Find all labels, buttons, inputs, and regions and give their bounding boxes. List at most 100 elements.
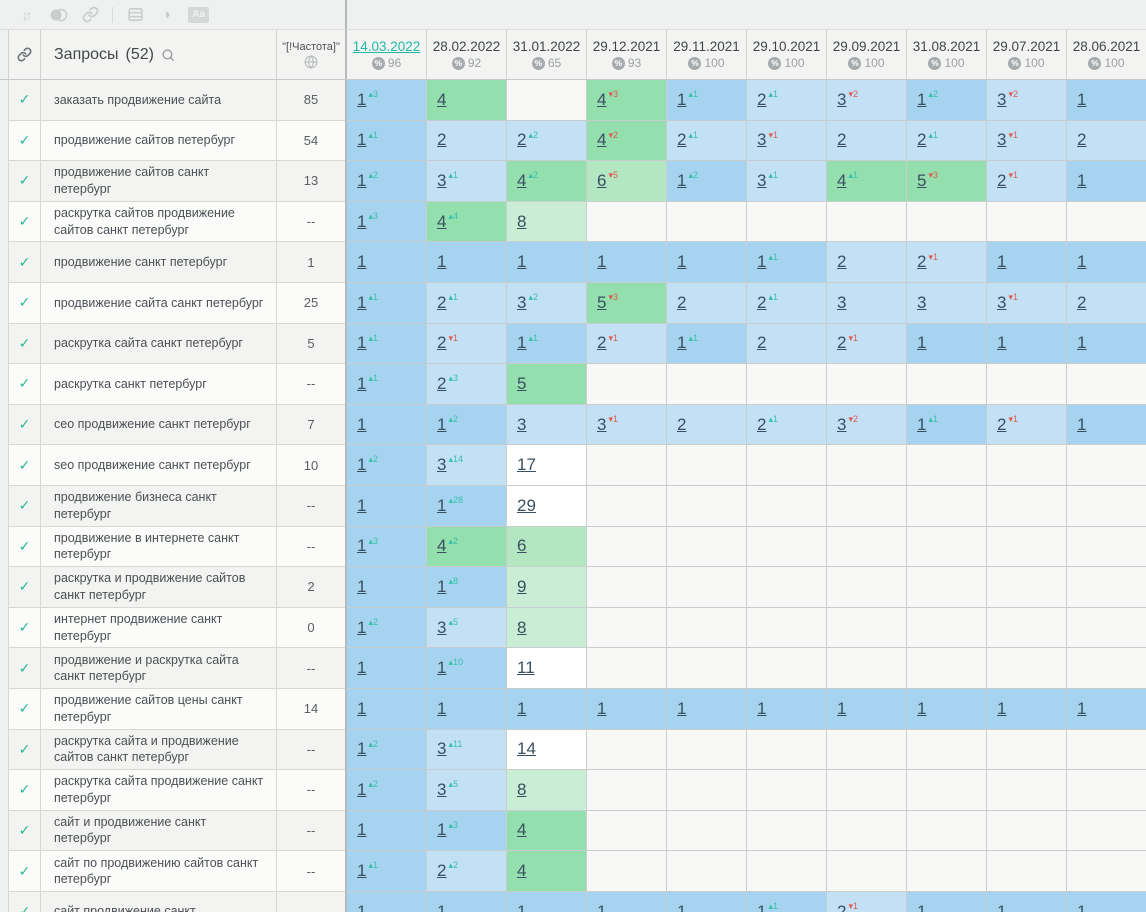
- position-cell[interactable]: 2▾1: [987, 161, 1067, 202]
- position-link[interactable]: 1▴2: [357, 455, 378, 475]
- position-link[interactable]: 2: [757, 333, 766, 353]
- position-cell[interactable]: 2▴1: [747, 405, 827, 446]
- position-cell[interactable]: 17: [507, 445, 587, 486]
- position-link[interactable]: 1: [357, 415, 366, 435]
- contrast-icon[interactable]: ◑: [157, 5, 175, 25]
- position-link[interactable]: 3: [517, 415, 526, 435]
- position-link[interactable]: 3: [917, 293, 926, 313]
- position-link[interactable]: 1: [997, 902, 1006, 912]
- position-link[interactable]: 3▾1: [597, 415, 618, 435]
- position-cell[interactable]: 2: [667, 283, 747, 324]
- position-link[interactable]: 1: [357, 496, 366, 516]
- position-link[interactable]: 3▴1: [757, 171, 778, 191]
- position-cell[interactable]: 1: [987, 324, 1067, 365]
- position-link[interactable]: 1: [1077, 90, 1086, 110]
- query-cell[interactable]: сайт по продвижению сайтов санкт петербу…: [41, 851, 277, 892]
- position-cell[interactable]: 1: [667, 689, 747, 730]
- position-link[interactable]: 1▴1: [357, 861, 378, 881]
- position-link[interactable]: 1: [1077, 252, 1086, 272]
- position-link[interactable]: 4: [517, 861, 526, 881]
- row-checkbox[interactable]: ✓: [8, 242, 41, 283]
- position-cell[interactable]: 1: [347, 567, 427, 608]
- position-cell[interactable]: 2▾1: [907, 242, 987, 283]
- position-link[interactable]: 2▴3: [437, 374, 458, 394]
- position-cell[interactable]: 2: [747, 324, 827, 365]
- position-link[interactable]: 1▴1: [757, 252, 778, 272]
- position-link[interactable]: 1: [357, 252, 366, 272]
- frequency-column-header[interactable]: "[!Частота]": [277, 30, 345, 79]
- row-checkbox[interactable]: ✓: [8, 80, 41, 121]
- position-cell[interactable]: 3▴2: [507, 283, 587, 324]
- position-link[interactable]: 3▴11: [437, 739, 462, 759]
- position-link[interactable]: 1▴2: [357, 780, 378, 800]
- position-cell[interactable]: 1: [907, 892, 987, 912]
- position-link[interactable]: 2▾1: [437, 333, 458, 353]
- position-link[interactable]: 1▴2: [677, 171, 698, 191]
- position-cell[interactable]: 2▾1: [987, 405, 1067, 446]
- position-link[interactable]: 1▴10: [437, 658, 463, 678]
- position-cell[interactable]: 3: [907, 283, 987, 324]
- position-cell[interactable]: 2▴1: [427, 283, 507, 324]
- position-cell[interactable]: 1: [347, 405, 427, 446]
- position-cell[interactable]: 4▴2: [427, 527, 507, 568]
- position-cell[interactable]: 1: [347, 689, 427, 730]
- position-cell[interactable]: 1: [587, 689, 667, 730]
- position-link[interactable]: 1: [357, 902, 366, 912]
- query-cell[interactable]: раскрутка сайта и продвижение сайтов сан…: [41, 730, 277, 771]
- position-link[interactable]: 3▴5: [437, 618, 458, 638]
- position-cell[interactable]: 1▴2: [347, 445, 427, 486]
- position-link[interactable]: 4▴1: [837, 171, 858, 191]
- position-cell[interactable]: 1: [1067, 892, 1146, 912]
- position-cell[interactable]: 1: [507, 689, 587, 730]
- position-link[interactable]: 2▴1: [917, 130, 938, 150]
- position-link[interactable]: 2▾1: [997, 171, 1018, 191]
- position-cell[interactable]: 1▴2: [427, 405, 507, 446]
- query-cell[interactable]: интернет продвижение санкт петербург: [41, 608, 277, 649]
- position-link[interactable]: 4▴4: [437, 212, 458, 232]
- position-link[interactable]: 1: [597, 902, 606, 912]
- position-cell[interactable]: 2: [827, 242, 907, 283]
- position-link[interactable]: 1: [917, 902, 926, 912]
- position-cell[interactable]: 1▴2: [667, 161, 747, 202]
- position-link[interactable]: 1: [917, 699, 926, 719]
- position-link[interactable]: 2▾1: [837, 902, 858, 912]
- row-checkbox[interactable]: ✓: [8, 811, 41, 852]
- position-link[interactable]: 1: [677, 902, 686, 912]
- position-cell[interactable]: 1▴10: [427, 648, 507, 689]
- position-cell[interactable]: 3: [827, 283, 907, 324]
- position-link[interactable]: 2: [1077, 130, 1086, 150]
- position-link[interactable]: 1▴1: [757, 902, 778, 912]
- position-cell[interactable]: 2▴1: [907, 121, 987, 162]
- link-icon[interactable]: [81, 5, 99, 25]
- position-link[interactable]: 1: [437, 699, 446, 719]
- position-link[interactable]: 1: [917, 333, 926, 353]
- position-cell[interactable]: 1: [1067, 689, 1146, 730]
- position-link[interactable]: 3: [837, 293, 846, 313]
- position-cell[interactable]: 1▴1: [907, 405, 987, 446]
- query-cell[interactable]: сео продвижение санкт петербург: [41, 405, 277, 446]
- position-cell[interactable]: 8: [507, 770, 587, 811]
- query-cell[interactable]: продвижение санкт петербург: [41, 242, 277, 283]
- sort-icon[interactable]: ↓↑: [18, 5, 36, 25]
- date-link[interactable]: 14.03.2022: [353, 39, 421, 54]
- position-link[interactable]: 5▾3: [597, 293, 618, 313]
- position-link[interactable]: 1: [517, 252, 526, 272]
- position-link[interactable]: 1: [677, 252, 686, 272]
- position-cell[interactable]: 3▴1: [747, 161, 827, 202]
- position-cell[interactable]: 1▴2: [347, 770, 427, 811]
- position-link[interactable]: 1: [677, 699, 686, 719]
- position-link[interactable]: 1: [997, 252, 1006, 272]
- position-link[interactable]: 2: [1077, 293, 1086, 313]
- position-link[interactable]: 1: [1077, 171, 1086, 191]
- position-cell[interactable]: 1▴3: [427, 811, 507, 852]
- position-cell[interactable]: 1: [987, 892, 1067, 912]
- query-cell[interactable]: продвижение сайтов санкт петербург: [41, 161, 277, 202]
- position-cell[interactable]: 2: [427, 121, 507, 162]
- position-cell[interactable]: 1: [347, 811, 427, 852]
- position-cell[interactable]: 2: [667, 405, 747, 446]
- position-link[interactable]: 2▴2: [437, 861, 458, 881]
- position-cell[interactable]: 1▴3: [347, 202, 427, 243]
- row-checkbox[interactable]: ✓: [8, 608, 41, 649]
- position-cell[interactable]: 2▾1: [827, 324, 907, 365]
- position-link[interactable]: 2▾1: [837, 333, 858, 353]
